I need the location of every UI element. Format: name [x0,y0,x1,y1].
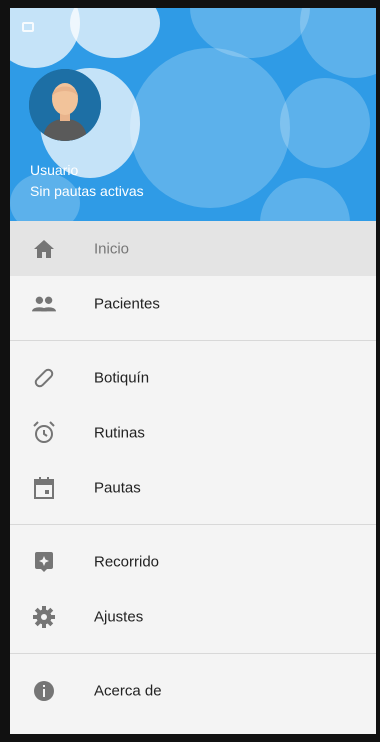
avatar[interactable] [29,69,101,141]
user-status: Sin pautas activas [30,183,144,199]
menu-item-pacientes[interactable]: Pacientes [10,276,376,331]
menu-item-pautas[interactable]: Pautas [10,460,376,515]
menu-item-label: Acerca de [94,682,162,699]
alarm-icon [32,420,56,445]
home-icon [32,237,56,261]
user-name: Usuario [30,162,79,178]
menu-item-label: Botiquín [94,369,150,386]
menu-item-rutinas[interactable]: Rutinas [10,405,376,460]
pill-icon [32,366,56,390]
menu-item-label: Inicio [94,240,130,257]
divider [10,340,376,341]
drawer-menu: Inicio Pacientes Botiquín Rutinas Pautas… [10,221,376,718]
menu-item-botiquin[interactable]: Botiquín [10,350,376,405]
divider [10,653,376,654]
menu-item-label: Ajustes [94,608,144,625]
gear-icon [32,605,56,629]
navigation-drawer: Usuario Sin pautas activas Inicio Pacien… [10,8,376,734]
calendar-icon [32,476,56,500]
divider [10,524,376,525]
notification-icon [22,22,34,32]
menu-item-acerca-de[interactable]: Acerca de [10,663,376,718]
info-icon [32,679,56,703]
menu-item-label: Rutinas [94,424,145,441]
menu-item-label: Pautas [94,479,141,496]
menu-item-label: Recorrido [94,553,160,570]
place-icon [32,550,56,574]
menu-item-ajustes[interactable]: Ajustes [10,589,376,644]
menu-item-recorrido[interactable]: Recorrido [10,534,376,589]
menu-item-inicio[interactable]: Inicio [10,221,376,276]
menu-item-label: Pacientes [94,295,160,312]
people-icon [32,292,56,316]
drawer-header: Usuario Sin pautas activas [10,8,376,221]
